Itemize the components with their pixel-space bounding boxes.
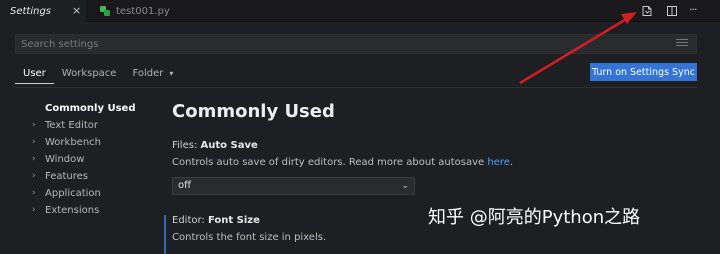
tab-test001-py[interactable]: test001.py bbox=[86, 0, 170, 22]
toc-item-label: Application bbox=[45, 188, 101, 199]
watermark: 知乎 @阿亮的Python之路 bbox=[428, 207, 641, 228]
split-editor-icon[interactable] bbox=[665, 4, 679, 18]
setting-label: Files: Auto Save bbox=[172, 140, 513, 151]
toc-item-label: Workbench bbox=[45, 137, 101, 148]
setting-description-text: Controls auto save of dirty editors. Rea… bbox=[172, 157, 488, 168]
tab-workspace[interactable]: Workspace bbox=[54, 64, 125, 84]
setting-editor-font-size: Editor: Font Size Controls the font size… bbox=[164, 215, 326, 254]
setting-category: Editor: bbox=[172, 215, 208, 226]
toc-item-label: Features bbox=[45, 171, 88, 182]
toc-item-features[interactable]: › Features bbox=[30, 168, 150, 185]
filter-list-icon[interactable] bbox=[676, 39, 688, 49]
autosave-link[interactable]: here bbox=[487, 157, 510, 168]
chevron-down-icon: ⌄ bbox=[401, 181, 409, 191]
chevron-right-icon: › bbox=[32, 137, 36, 147]
tab-folder[interactable]: Folder ▾ bbox=[124, 64, 181, 84]
settings-scope-tabs: User Workspace Folder ▾ bbox=[15, 64, 181, 86]
tab-folder-label: Folder bbox=[132, 68, 164, 79]
chevron-right-icon: › bbox=[32, 120, 36, 130]
setting-name: Font Size bbox=[207, 215, 260, 226]
tab-user[interactable]: User bbox=[15, 64, 54, 84]
toc-item-window[interactable]: › Window bbox=[30, 151, 150, 168]
auto-save-select[interactable]: off ⌄ bbox=[172, 177, 415, 195]
toc-item-application[interactable]: › Application bbox=[30, 185, 150, 202]
toc-item-extensions[interactable]: › Extensions bbox=[30, 202, 150, 219]
editor-tab-bar: Settings × test001.py ··· bbox=[0, 0, 720, 22]
setting-label: Editor: Font Size bbox=[172, 215, 326, 226]
setting-category: Files: bbox=[172, 140, 201, 151]
toc-item-commonly-used[interactable]: Commonly Used bbox=[30, 100, 150, 117]
setting-description: Controls auto save of dirty editors. Rea… bbox=[172, 157, 513, 168]
setting-description: Controls the font size in pixels. bbox=[172, 232, 327, 243]
description-period: . bbox=[509, 157, 514, 168]
toc-item-workbench[interactable]: › Workbench bbox=[30, 134, 150, 151]
chevron-right-icon: › bbox=[32, 154, 36, 164]
more-actions-icon[interactable]: ··· bbox=[689, 3, 703, 17]
python-file-icon bbox=[100, 6, 110, 16]
toc-item-text-editor[interactable]: › Text Editor bbox=[30, 117, 150, 134]
tab-settings-label: Settings bbox=[10, 5, 52, 17]
toc-item-label: Extensions bbox=[45, 205, 100, 216]
search-input[interactable] bbox=[16, 35, 656, 53]
tab-test001-label: test001.py bbox=[116, 5, 170, 17]
toc-item-label: Window bbox=[45, 154, 85, 165]
chevron-down-icon: ▾ bbox=[169, 69, 174, 78]
chevron-right-icon: › bbox=[32, 205, 36, 215]
section-title: Commonly Used bbox=[172, 101, 335, 122]
tab-settings[interactable]: Settings × bbox=[0, 0, 86, 22]
toc-item-label: Text Editor bbox=[45, 120, 98, 131]
setting-name: Auto Save bbox=[200, 140, 258, 151]
divider bbox=[15, 87, 697, 88]
setting-files-auto-save: Files: Auto Save Controls auto save of d… bbox=[172, 140, 513, 168]
settings-table-of-contents: Commonly Used › Text Editor › Workbench › W… bbox=[30, 100, 150, 219]
chevron-right-icon: › bbox=[32, 188, 36, 198]
open-settings-json-icon[interactable] bbox=[640, 4, 654, 18]
auto-save-value: off bbox=[178, 180, 192, 191]
chevron-right-icon: › bbox=[32, 171, 36, 181]
search-settings-box[interactable] bbox=[15, 34, 697, 54]
turn-on-settings-sync-button[interactable]: Turn on Settings Sync bbox=[590, 63, 697, 81]
close-icon[interactable]: × bbox=[72, 4, 81, 17]
